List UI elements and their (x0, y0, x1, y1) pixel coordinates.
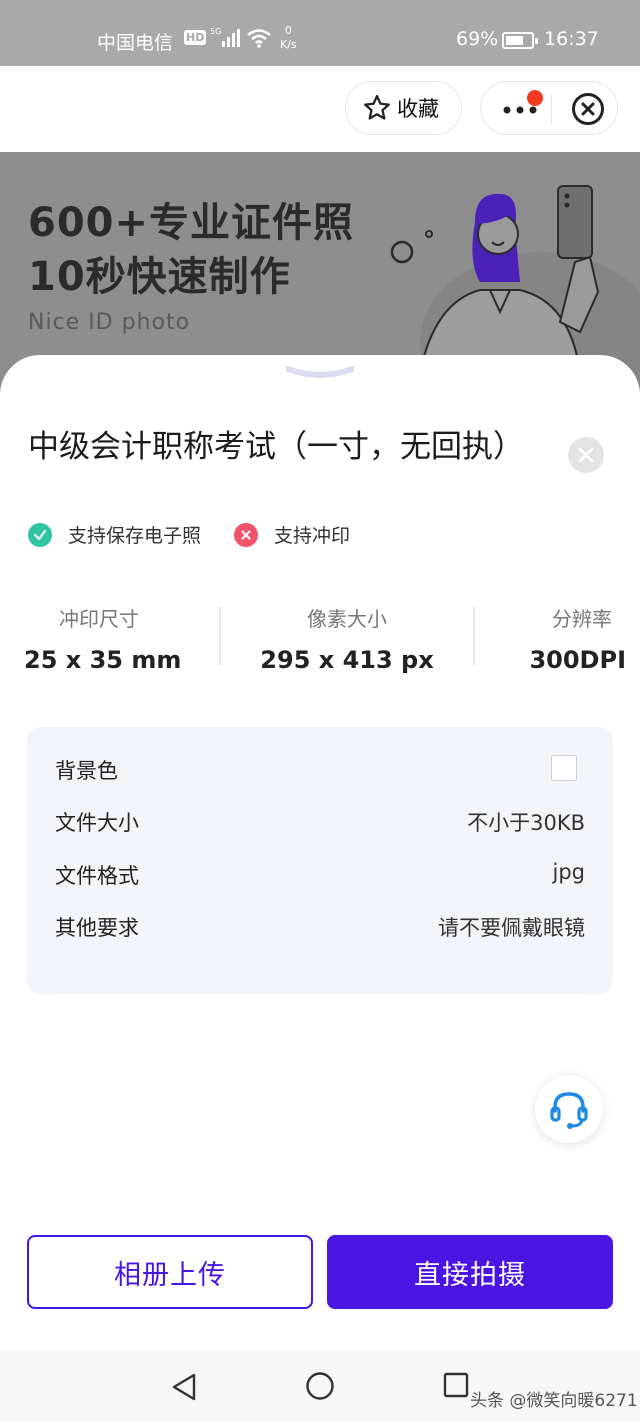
battery-percent: 69% (456, 28, 499, 50)
spec-title: 中级会计职称考试（一寸，无回执） (28, 429, 524, 465)
req-key: 文件格式 (55, 864, 139, 888)
album-upload-button[interactable]: 相册上传 (27, 1235, 313, 1309)
support-electronic-label: 支持保存电子照 (68, 525, 202, 547)
battery-fill (506, 36, 523, 45)
favorite-button[interactable]: 收藏 (345, 81, 462, 135)
capsule-divider (551, 95, 552, 123)
requirements-card: 背景色 文件大小 不小于30KB 文件格式 jpg 其他要求 请不要佩戴眼镜 (27, 727, 613, 994)
clock: 16:37 (544, 28, 599, 50)
req-value: 请不要佩戴眼镜 (438, 916, 585, 940)
status-bar: 中国电信 HD 5G 0 K/s 69% 16:37 (0, 0, 640, 66)
capsule-menu (480, 81, 618, 135)
background-color-swatch (551, 755, 577, 781)
spec-value: 295 x 413 px (260, 646, 434, 674)
spec-label: 像素大小 (307, 607, 387, 631)
banner-subtitle: Nice ID photo (28, 310, 191, 335)
req-value: 不小于30KB (467, 811, 585, 835)
banner-headline-1: 600+专业证件照 (28, 200, 355, 246)
spec-print-size: 冲印尺寸 25 x 35 mm (24, 603, 182, 674)
spec-label: 冲印尺寸 (59, 607, 139, 631)
req-row-background: 背景色 (55, 755, 585, 785)
svg-text:5G: 5G (210, 27, 221, 36)
close-icon (578, 447, 594, 463)
spec-pixel-size: 像素大小 295 x 413 px (252, 603, 442, 674)
support-electronic: 支持保存电子照 (28, 521, 201, 548)
customer-service-button[interactable] (535, 1075, 603, 1143)
wifi-icon (246, 28, 272, 53)
banner-headline-2: 10秒快速制作 (28, 254, 291, 300)
req-row-file-size: 文件大小 不小于30KB (55, 807, 585, 837)
req-value: jpg (552, 860, 586, 884)
net-speed-unit: K/s (280, 38, 297, 51)
spec-resolution: 分辨率 300DPI (510, 603, 626, 674)
more-button[interactable] (481, 82, 551, 136)
take-photo-button[interactable]: 直接拍摄 (327, 1235, 613, 1309)
watermark: 头条 @微笑向暖6271 (470, 1391, 638, 1411)
net-speed-value: 0 (284, 24, 292, 37)
photo-spec-sheet: 中级会计职称考试（一寸，无回执） 支持保存电子照 支持冲印 冲印尺寸 25 x … (0, 355, 640, 1350)
headset-icon (550, 1092, 588, 1129)
support-print-label: 支持冲印 (274, 525, 351, 547)
sheet-handle[interactable] (286, 365, 354, 381)
carrier-name: 中国电信 (97, 32, 174, 54)
back-triangle-icon[interactable] (171, 1372, 197, 1402)
star-icon (364, 95, 390, 120)
check-circle-icon (28, 522, 52, 547)
spec-divider (219, 607, 221, 665)
battery-icon (502, 32, 538, 49)
home-circle-icon[interactable] (305, 1371, 335, 1401)
req-row-other: 其他要求 请不要佩戴眼镜 (55, 912, 585, 942)
spec-value: 25 x 35 mm (24, 646, 182, 674)
hd-badge: HD (184, 30, 207, 45)
support-print: 支持冲印 (234, 521, 350, 548)
more-dots-icon (503, 106, 537, 114)
sheet-close-button[interactable] (568, 437, 604, 473)
recent-apps-icon[interactable] (443, 1372, 469, 1398)
notification-dot (527, 90, 543, 106)
req-key: 背景色 (55, 759, 118, 783)
spec-value: 300DPI (529, 646, 626, 674)
close-circle-icon[interactable] (571, 92, 605, 126)
spec-label: 分辨率 (552, 607, 612, 631)
req-key: 文件大小 (55, 811, 139, 835)
req-key: 其他要求 (55, 916, 139, 940)
cross-circle-icon (234, 522, 258, 547)
favorite-label: 收藏 (397, 97, 439, 121)
spec-divider (473, 607, 475, 665)
net-speed: 0 K/s (280, 24, 297, 52)
signal-icon: 5G (210, 26, 242, 53)
req-row-format: 文件格式 jpg (55, 860, 585, 890)
system-nav-bar: 头条 @微笑向暖6271 (0, 1350, 640, 1422)
top-nav: 收藏 (0, 66, 640, 152)
